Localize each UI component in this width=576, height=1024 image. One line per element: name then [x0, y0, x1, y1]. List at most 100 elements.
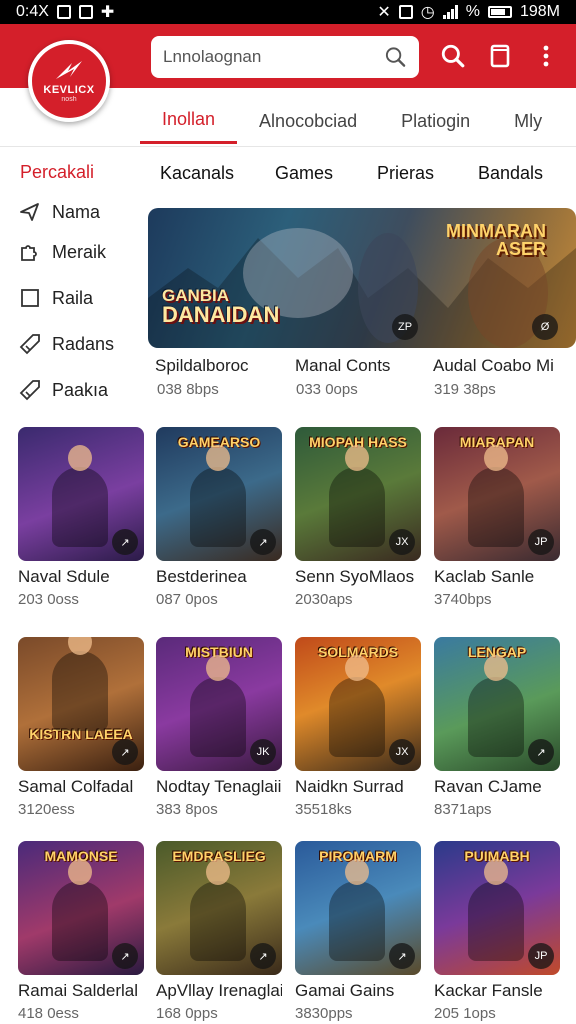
game-cover: SOLMARDS JX — [295, 637, 421, 771]
featured-title-2[interactable]: Manal Conts — [295, 356, 390, 376]
game-card[interactable]: MIOPAH HASS JX Senn SyoMlaos 2030aps — [295, 427, 421, 608]
game-title: Ramai Salderlal — [18, 981, 138, 1000]
mute-icon: ✕ — [377, 4, 391, 21]
game-title: Bestderinea — [156, 567, 247, 586]
category-row: Kacanals Games Prieras Bandals — [140, 156, 576, 192]
game-stats: 203 0oss — [18, 591, 79, 608]
game-badge: JK — [250, 739, 276, 765]
game-title: Ravan CJame — [434, 777, 542, 796]
game-cover: KISTRN LAEEA ↗ — [18, 637, 144, 771]
header-search-button[interactable] — [437, 40, 469, 72]
game-title: Samal Colfadal — [18, 777, 134, 796]
alarm-icon: ◷ — [420, 4, 435, 21]
battery-icon — [487, 6, 512, 18]
game-card[interactable]: PIROMARM ↗ Gamai Gains 3830pps — [295, 841, 421, 1022]
game-stats: 8371aps — [434, 801, 492, 818]
game-stats: 3830pps — [295, 1005, 353, 1022]
game-title: Naidkn Surrad — [295, 777, 404, 796]
sidebar-item-radans[interactable]: Radans — [18, 332, 114, 356]
puzzle-icon — [21, 245, 37, 261]
game-stats: 087 0pos — [156, 591, 218, 608]
game-cover: MISTBIUN JK — [156, 637, 282, 771]
status-bar: 0:4X ✚ ✕ ◷ % 198M — [0, 0, 576, 24]
game-badge: ↗ — [389, 943, 415, 969]
status-time: 0:4X — [16, 3, 49, 20]
signal-icon — [442, 5, 458, 19]
game-card[interactable]: SOLMARDS JX Naidkn Surrad 35518ks — [295, 637, 421, 818]
bookmark-button[interactable] — [484, 40, 516, 72]
logo-subtext: nosh — [61, 96, 77, 103]
game-card[interactable]: GAMEARSO ↗ Bestderinea 087 0pos — [156, 427, 282, 608]
banner-secondary-title: MINMARAN ASER — [446, 221, 546, 259]
game-badge: ↗ — [528, 739, 554, 765]
featured-banner[interactable]: MINMARAN ASER GANBIA DANAIDAN ZP Ø — [148, 208, 576, 348]
game-stats: 3120ess — [18, 801, 75, 818]
game-cover: PUIMABH JP — [434, 841, 560, 975]
game-card[interactable]: KISTRN LAEEA ↗ Samal Colfadal 3120ess — [18, 637, 144, 818]
game-cover: LENGAP ↗ — [434, 637, 560, 771]
search-icon[interactable] — [384, 45, 407, 69]
game-cover: MIOPAH HASS JX — [295, 427, 421, 561]
featured-title-3[interactable]: Audal Coabo Mi — [433, 356, 554, 376]
category-bandals[interactable]: Bandals — [478, 163, 543, 184]
header-divider — [0, 146, 576, 147]
game-title: Senn SyoMlaos — [295, 567, 415, 586]
game-card[interactable]: MIARAPAN JP Kaclab Sanle 3740bps — [434, 427, 560, 608]
game-title: Gamai Gains — [295, 981, 395, 1000]
tab-platiogin[interactable]: Platiogin — [379, 98, 492, 144]
sidebar-item-raila[interactable]: Raila — [18, 286, 93, 310]
category-prieras[interactable]: Prieras — [377, 163, 434, 184]
banner-badge-right: Ø — [532, 314, 558, 340]
sidebar-item-nama[interactable]: Nama — [18, 200, 100, 224]
more-menu-button[interactable] — [530, 40, 562, 72]
game-stats: 168 0pps — [156, 1005, 218, 1022]
logo-text: KEVLICX — [43, 84, 95, 96]
game-cover: GAMEARSO ↗ — [156, 427, 282, 561]
battery-percent: % — [465, 3, 480, 20]
game-card[interactable]: MAMONSE ↗ Ramai Salderlal 418 0ess — [18, 841, 144, 1022]
search-icon — [441, 44, 465, 68]
game-title: Kaclab Sanle — [434, 567, 535, 586]
featured-title-1[interactable]: Spildalboroc — [155, 356, 249, 376]
game-title: Naval Sdule — [18, 567, 110, 586]
sidebar-item-label: Meraik — [52, 241, 107, 262]
sidebar-item-meraik[interactable]: Meraik — [18, 240, 106, 264]
sidebar-item-paakia[interactable]: Paakıa — [18, 378, 108, 402]
featured-sub-2: 033 0ops — [296, 381, 358, 398]
game-card[interactable]: EMDRASLIEG ↗ ApVllay Irenaglai 168 0pps — [156, 841, 282, 1022]
game-card[interactable]: LENGAP ↗ Ravan CJame 8371aps — [434, 637, 560, 818]
game-badge: ↗ — [250, 943, 276, 969]
more-vertical-icon — [543, 45, 549, 67]
game-cover: MAMONSE ↗ — [18, 841, 144, 975]
game-stats: 2030aps — [295, 591, 353, 608]
banner-title: GANBIA DANAIDAN — [162, 286, 280, 327]
app-logo[interactable]: KEVLICX nosh — [28, 40, 110, 122]
sidebar-item-label: Raila — [52, 287, 94, 308]
game-card[interactable]: PUIMABH JP Kackar Fansle 205 1ops — [434, 841, 560, 1022]
featured-sub-1: 038 8bps — [157, 381, 219, 398]
game-stats: 383 8pos — [156, 801, 218, 818]
nfc-icon — [398, 5, 413, 19]
search-input[interactable] — [163, 47, 384, 67]
tablet-icon — [490, 44, 510, 68]
tab-mly[interactable]: Mly — [492, 98, 564, 144]
sim-icon — [56, 5, 71, 19]
tag-icon — [19, 334, 40, 355]
game-stats: 3740bps — [434, 591, 492, 608]
tab-inollan[interactable]: Inollan — [140, 98, 238, 144]
category-games[interactable]: Games — [275, 163, 333, 184]
notification-icon — [78, 5, 93, 19]
game-badge: JX — [389, 529, 415, 555]
search-bar[interactable] — [151, 36, 419, 78]
game-card[interactable]: MISTBIUN JK Nodtay Tenaglaii 383 8pos — [156, 637, 282, 818]
game-card[interactable]: ↗ Naval Sdule 203 0oss — [18, 427, 144, 608]
sidebar-title: Percakali — [20, 162, 95, 182]
game-stats: 418 0ess — [18, 1005, 79, 1022]
game-badge: ↗ — [112, 529, 138, 555]
category-kacanals[interactable]: Kacanals — [160, 163, 234, 184]
game-cover: MIARAPAN JP — [434, 427, 560, 561]
game-title: Kackar Fansle — [434, 981, 543, 1000]
sidebar-item-label: Nama — [52, 201, 101, 222]
game-stats: 205 1ops — [434, 1005, 496, 1022]
tab-alnocobciad[interactable]: Alnocobciad — [237, 98, 379, 144]
